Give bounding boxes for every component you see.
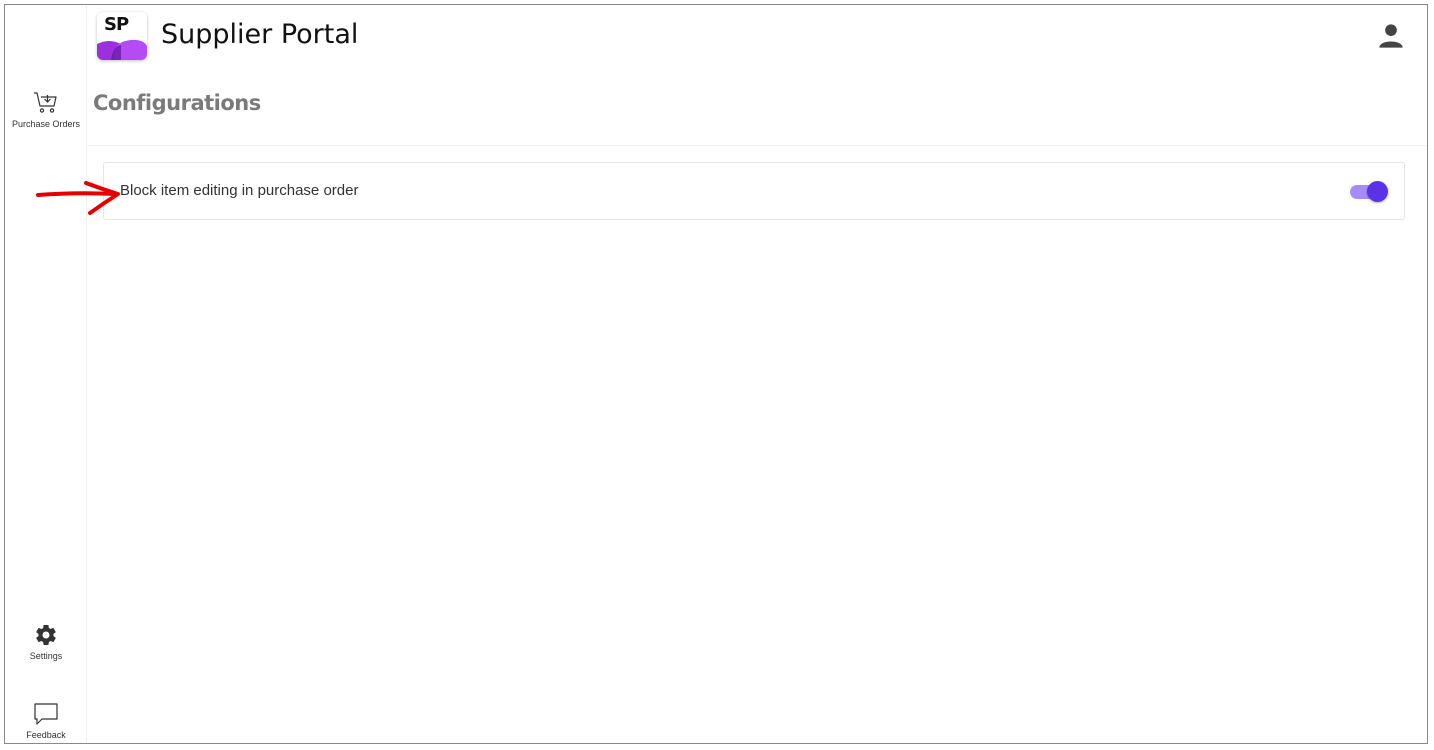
app-logo[interactable]: SP [97,12,147,60]
sidebar-item-purchase-orders[interactable]: Purchase Orders [5,91,87,129]
page-title: Configurations [93,91,261,115]
configurations-panel: Block item editing in purchase order [87,145,1427,743]
app-window: Purchase Orders Settings Feedback SP Sup… [4,4,1428,744]
sidebar-item-label: Feedback [26,730,66,740]
gear-icon [36,625,56,646]
block-item-editing-toggle[interactable] [1350,181,1388,203]
app-header: SP Supplier Portal [87,5,1427,71]
sidebar-item-label: Settings [29,651,63,661]
user-account-icon[interactable] [1377,22,1405,50]
sidebar-item-feedback[interactable]: Feedback [5,702,87,740]
sidebar: Purchase Orders Settings Feedback [5,5,87,743]
sidebar-item-settings[interactable]: Settings [5,623,87,661]
config-row-block-item-editing: Block item editing in purchase order [103,162,1405,220]
annotation-arrow-icon [36,181,120,215]
chat-bubble-icon [34,703,58,725]
cart-download-icon [34,92,57,113]
app-title: Supplier Portal [161,19,359,50]
logo-text: SP [104,14,129,35]
toggle-knob [1367,181,1388,202]
config-label: Block item editing in purchase order [120,182,359,199]
sidebar-item-label: Purchase Orders [11,119,81,129]
